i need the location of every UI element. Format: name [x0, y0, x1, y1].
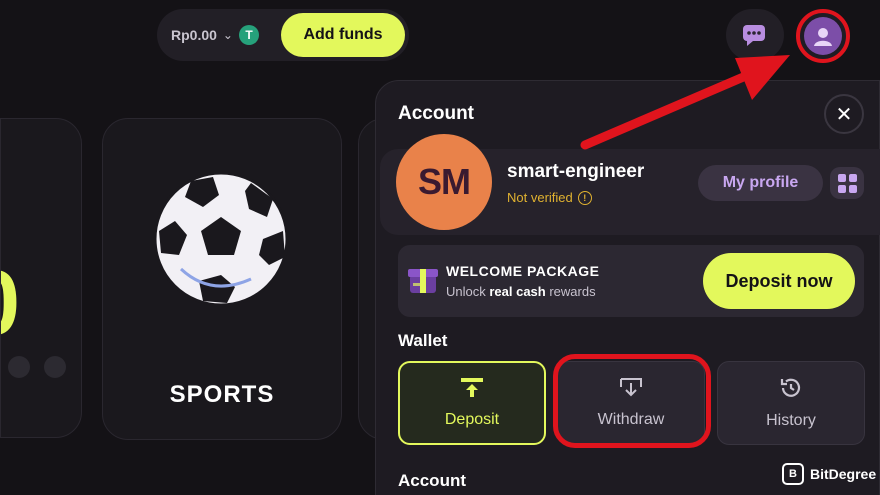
bitdegree-watermark: B BitDegree: [782, 463, 876, 485]
bitdegree-text: BitDegree: [810, 466, 877, 482]
bitdegree-logo: B: [782, 463, 804, 485]
annotation-arrow: [580, 55, 790, 150]
